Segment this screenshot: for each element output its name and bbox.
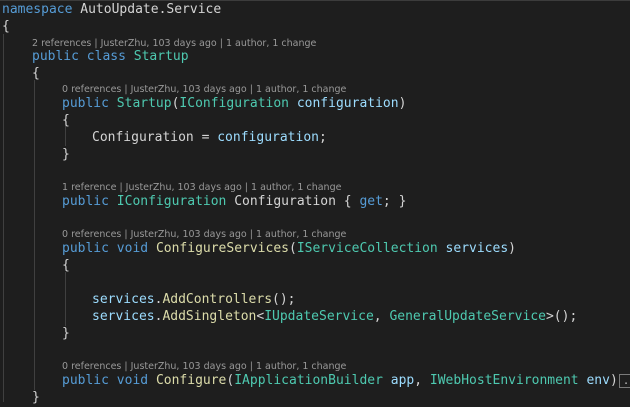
comma: , — [373, 309, 390, 324]
param-type: IApplicationBuilder — [234, 373, 383, 388]
method-name: Configure — [155, 373, 227, 388]
keyword: namespace — [2, 2, 73, 17]
call-end: (); — [272, 292, 296, 307]
method-call: AddSingleton — [162, 309, 257, 324]
add-singleton-line[interactable]: services.AddSingleton<IUpdateService, Ge… — [92, 308, 577, 325]
brace: ; } — [382, 194, 407, 209]
indent-guide — [34, 80, 35, 390]
method-name: ConfigureServices — [155, 241, 289, 256]
keyword: void — [116, 241, 149, 256]
keyword: get — [359, 194, 383, 209]
close-brace: } — [62, 147, 70, 162]
brace-line[interactable]: } — [32, 389, 40, 406]
type-arg: GeneralUpdateService — [389, 309, 546, 324]
indent-guide — [3, 34, 4, 402]
paren: ) — [508, 241, 516, 256]
method-call: AddControllers — [162, 292, 273, 307]
keyword: void — [116, 373, 149, 388]
collapsed-region-button[interactable]: ... — [618, 373, 630, 388]
open-brace: { — [32, 66, 40, 81]
add-controllers-line[interactable]: services.AddControllers(); — [92, 291, 296, 308]
brace-line[interactable]: { — [32, 65, 40, 82]
assignment-line[interactable]: Configuration = configuration; — [92, 129, 327, 146]
constructor-name: Startup — [116, 96, 172, 111]
brace-line[interactable]: } — [62, 325, 70, 342]
property-type: IConfiguration — [116, 194, 227, 209]
constructor-line[interactable]: public Startup(IConfiguration configurat… — [62, 95, 406, 112]
property-line[interactable]: public IConfiguration Configuration { ge… — [62, 193, 406, 210]
close-brace: } — [32, 390, 40, 405]
close-brace: } — [62, 326, 70, 341]
brace: { — [335, 194, 360, 209]
param-type: IConfiguration — [179, 96, 289, 111]
keyword: public — [62, 194, 109, 209]
class-declaration-line[interactable]: public class Startup — [32, 48, 189, 65]
variable-ref: services — [92, 292, 155, 307]
keyword: public — [32, 49, 79, 64]
keyword: public — [62, 96, 109, 111]
configure-services-line[interactable]: public void ConfigureServices(IServiceCo… — [62, 240, 516, 257]
type-arg: IUpdateService — [264, 309, 374, 324]
indent-guide — [65, 126, 66, 146]
property-name: Configuration — [234, 194, 336, 209]
property-ref: Configuration — [92, 130, 194, 145]
keyword: public — [62, 373, 109, 388]
variable-ref: services — [92, 309, 155, 324]
namespace-part: Service — [166, 2, 222, 17]
code-editor[interactable]: namespace AutoUpdate.Service { 2 referen… — [0, 0, 630, 407]
param-name: env — [586, 373, 610, 388]
namespace-line[interactable]: namespace AutoUpdate.Service — [2, 1, 221, 18]
configure-line[interactable]: public void Configure(IApplicationBuilde… — [62, 372, 630, 389]
open-brace: { — [2, 19, 10, 34]
brace-line[interactable]: } — [62, 146, 70, 163]
paren: ) — [398, 96, 407, 111]
open-brace: { — [62, 113, 70, 128]
brace-line[interactable]: { — [62, 257, 70, 274]
paren: ) — [609, 373, 618, 388]
param-type: IServiceCollection — [296, 241, 438, 256]
call-end: >(); — [545, 309, 578, 324]
semicolon: ; — [318, 130, 327, 145]
indent-guide — [65, 272, 66, 326]
open-brace: { — [62, 258, 70, 273]
param-name: configuration — [296, 96, 399, 111]
param-name: services — [445, 241, 509, 256]
keyword: class — [86, 49, 126, 64]
param-name: app — [390, 373, 415, 388]
brace-line[interactable]: { — [2, 18, 10, 35]
paren: ( — [289, 241, 297, 256]
equals: = — [193, 130, 218, 145]
brace-line[interactable]: { — [62, 112, 70, 129]
keyword: public — [62, 241, 109, 256]
class-name: Startup — [133, 49, 189, 64]
comma: , — [414, 373, 430, 388]
namespace-part: AutoUpdate — [80, 2, 159, 17]
variable-ref: configuration — [217, 130, 319, 145]
param-type: IWebHostEnvironment — [429, 373, 579, 388]
